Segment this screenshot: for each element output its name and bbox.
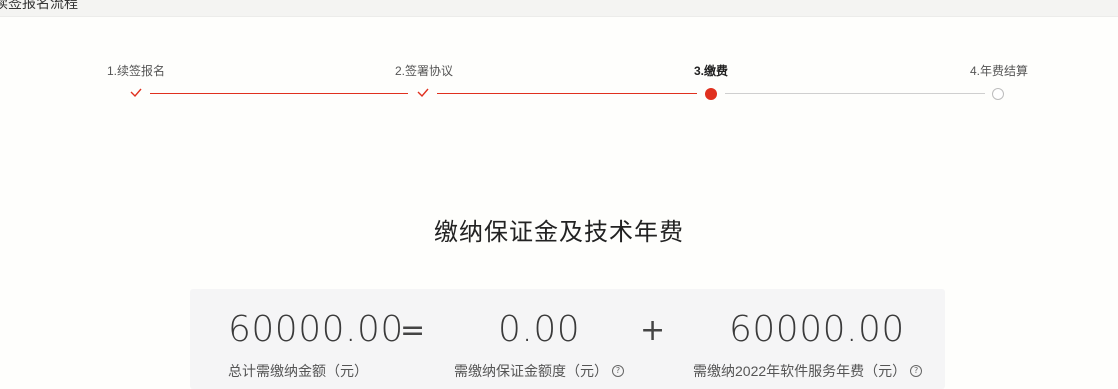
step-4-label: 4.年费结算 bbox=[970, 64, 1029, 78]
step-1-label: 1.续签报名 bbox=[107, 64, 166, 78]
step-connector-3 bbox=[725, 93, 985, 94]
step-3-label: 3.缴费 bbox=[694, 64, 729, 78]
check-icon bbox=[417, 88, 429, 98]
total-amount: 60000.00 bbox=[228, 309, 404, 350]
total-amount-label: 总计需缴纳金额（元） bbox=[228, 363, 368, 379]
step-2-label: 2.签署协议 bbox=[395, 64, 454, 78]
annual-fee-amount: 60000.00 bbox=[729, 309, 905, 350]
progress-steps: 1.续签报名 2.签署协议 3.缴费 4.年费结算 bbox=[0, 0, 1118, 110]
deposit-amount: 0.00 bbox=[498, 309, 581, 350]
question-circle-icon[interactable]: ? bbox=[910, 365, 923, 377]
plus-sign: + bbox=[640, 313, 666, 348]
empty-circle-icon bbox=[992, 88, 1004, 100]
deposit-amount-label: 需缴纳保证金额度（元） ? bbox=[454, 361, 624, 381]
filled-dot-icon bbox=[705, 88, 717, 100]
check-icon bbox=[130, 88, 142, 98]
equals-sign: = bbox=[400, 313, 426, 348]
section-title: 缴纳保证金及技术年费 bbox=[434, 219, 684, 246]
payment-summary-panel: 60000.00 = 0.00 + 60000.00 总计需缴纳金额（元） 需缴… bbox=[190, 289, 945, 389]
step-connector-1 bbox=[150, 93, 408, 94]
step-connector-2 bbox=[437, 93, 697, 94]
annual-fee-label: 需缴纳2022年软件服务年费（元） ? bbox=[693, 361, 923, 381]
question-circle-icon[interactable]: ? bbox=[612, 365, 624, 377]
